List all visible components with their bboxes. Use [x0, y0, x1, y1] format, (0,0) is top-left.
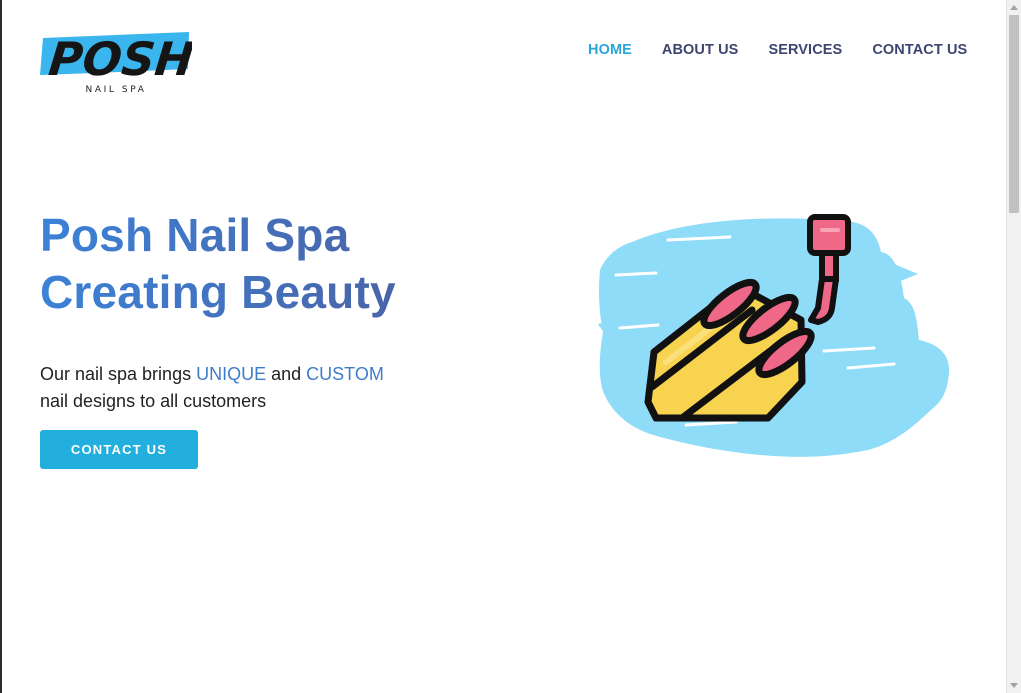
- highlight-unique: UNIQUE: [196, 364, 267, 384]
- hero-title-line-1: Posh Nail Spa: [40, 207, 396, 264]
- contact-us-button[interactable]: CONTACT US: [40, 430, 198, 469]
- hero-description: Our nail spa brings UNIQUE and CUSTOM nai…: [40, 361, 440, 415]
- highlight-custom: CUSTOM: [306, 364, 384, 384]
- scroll-up-icon[interactable]: [1010, 5, 1018, 10]
- hero-title: Posh Nail Spa Creating Beauty: [40, 207, 396, 321]
- main-nav: HOME ABOUT US SERVICES CONTACT US: [588, 42, 967, 58]
- nav-contact-us[interactable]: CONTACT US: [872, 42, 967, 58]
- scroll-thumb[interactable]: [1009, 15, 1019, 213]
- window-edge: [0, 0, 2, 693]
- hero-title-line-2: Creating Beauty: [40, 264, 396, 321]
- nav-about-us[interactable]: ABOUT US: [662, 42, 739, 58]
- page-scrollbar[interactable]: [1006, 0, 1021, 693]
- hero-text-part-1: Our nail spa brings: [40, 364, 197, 384]
- brand-logo[interactable]: POSH NAIL SPA: [40, 22, 196, 96]
- logo-word: POSH: [46, 32, 192, 86]
- nav-services[interactable]: SERVICES: [768, 42, 842, 58]
- logo-graphic: POSH NAIL SPA: [40, 32, 196, 95]
- logo-tagline: NAIL SPA: [86, 85, 147, 95]
- scroll-down-icon[interactable]: [1010, 683, 1018, 688]
- hero-text-part-2: and: [266, 364, 307, 384]
- hero-text-part-3: nail designs to all customers: [40, 391, 267, 411]
- nail-polish-hand-icon: [598, 212, 952, 460]
- nav-home[interactable]: HOME: [588, 42, 632, 58]
